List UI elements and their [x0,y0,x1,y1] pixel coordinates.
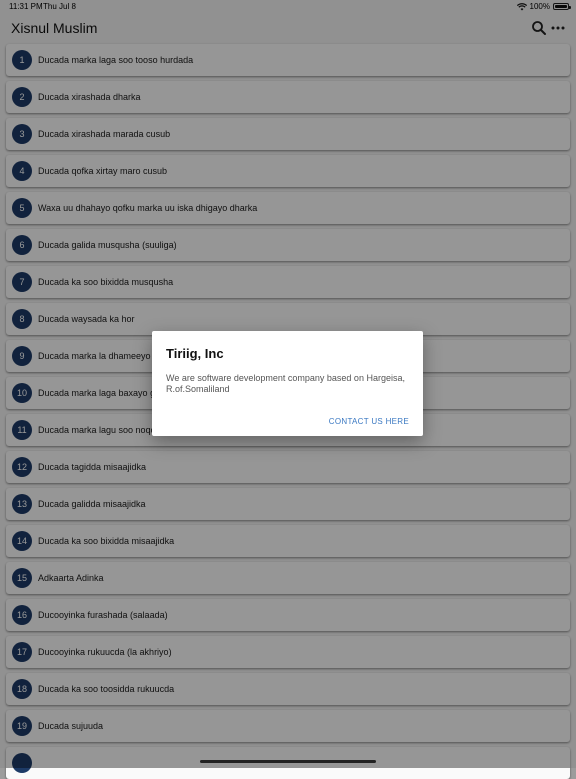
dialog-title: Tiriig, Inc [166,346,224,361]
contact-us-button[interactable]: CONTACT US HERE [329,417,409,426]
dialog-body: We are software development company base… [166,373,405,394]
home-indicator [200,760,376,763]
about-dialog: Tiriig, Inc We are software development … [152,331,423,436]
